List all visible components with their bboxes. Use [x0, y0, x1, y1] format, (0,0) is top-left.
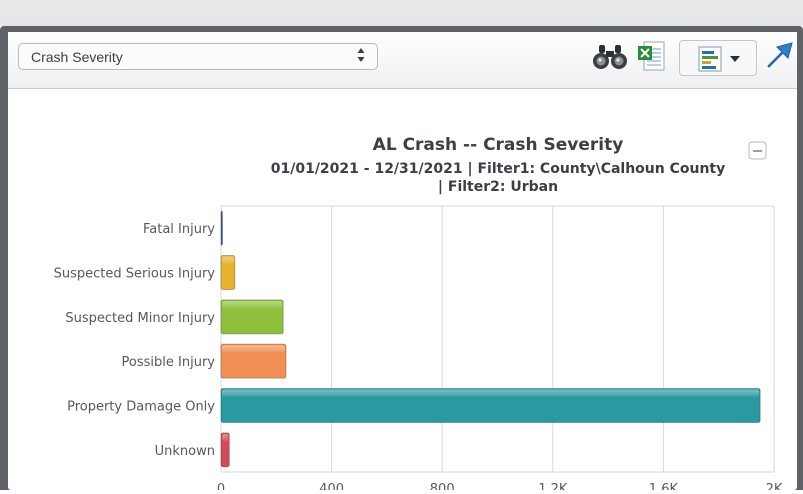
bar-highlight [222, 389, 760, 407]
x-tick-label: 400 [319, 482, 344, 490]
category-labels: Fatal Injury Suspected Serious Injury Susp… [54, 222, 216, 459]
chart-panel: Crash Severity AL Crash -- Crash Severit… [0, 26, 803, 494]
x-tick-label: 2K [766, 482, 783, 490]
bar-highlight [222, 256, 234, 274]
export-excel-icon[interactable] [636, 40, 666, 72]
bar-highlight [222, 300, 283, 318]
category-label: Possible Injury [122, 355, 216, 370]
chevron-down-icon [730, 56, 740, 62]
category-label: Suspected Minor Injury [65, 311, 215, 326]
plot-background [220, 205, 775, 473]
chart-area: AL Crash -- Crash Severity 01/01/2021 - … [8, 88, 797, 494]
x-tick-label: 1.6K [649, 482, 679, 490]
category-label: Property Damage Only [67, 400, 215, 415]
window-top-strip [0, 0, 803, 26]
bar-highlight [222, 345, 285, 363]
chart-subtitle-line2: | Filter2: Urban [438, 179, 558, 195]
x-tick-label: 1.2K [538, 482, 568, 490]
x-tick-labels: 0 400 800 1.2K 1.6K 2K [217, 482, 783, 494]
chart-type-menu-button[interactable] [679, 40, 757, 76]
share-arrow-icon[interactable] [762, 40, 794, 72]
bar-chart: AL Crash -- Crash Severity 01/01/2021 - … [54, 135, 783, 494]
updown-arrows-icon [357, 47, 365, 64]
chart-toolbar: Crash Severity [8, 32, 797, 89]
category-label: Unknown [155, 444, 215, 459]
chart-panel-body: Crash Severity AL Crash -- Crash Severit… [8, 32, 797, 494]
chart-selector-dropdown[interactable]: Crash Severity [18, 43, 378, 70]
chart-selector-value: Crash Severity [31, 49, 123, 65]
bar-highlight [222, 433, 229, 451]
bar-highlight [222, 212, 223, 230]
context-menu-icon[interactable] [748, 141, 767, 160]
chart-title: AL Crash -- Crash Severity [373, 135, 624, 155]
category-label: Fatal Injury [143, 222, 215, 237]
binoculars-icon[interactable] [592, 44, 628, 70]
x-tick-label: 800 [430, 482, 455, 490]
chart-subtitle-line1: 01/01/2021 - 12/31/2021 | Filter1: Count… [271, 161, 726, 177]
category-label: Suspected Serious Injury [54, 267, 216, 282]
chart-type-icon [698, 46, 740, 72]
x-tick-label: 0 [217, 482, 225, 490]
